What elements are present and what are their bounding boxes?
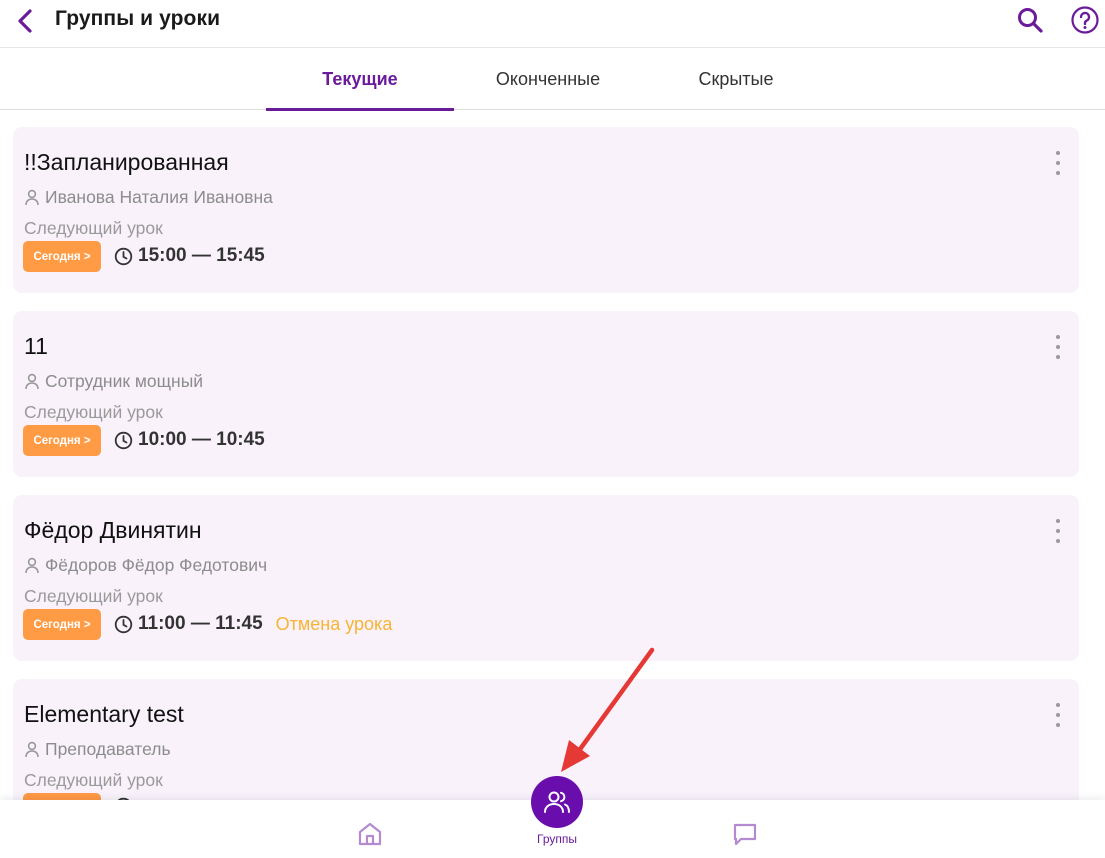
teacher-name: Преподаватель [45, 739, 171, 759]
help-icon [1071, 6, 1099, 34]
next-lesson-label: Следующий урок [24, 402, 163, 422]
nav-home-button[interactable] [354, 818, 386, 850]
group-name: !!Запланированная [24, 149, 229, 175]
more-icon [1056, 519, 1060, 523]
nav-groups-button[interactable] [531, 776, 583, 828]
clock-icon [114, 247, 133, 265]
clock-icon [114, 615, 133, 633]
more-options-button[interactable] [1051, 703, 1065, 727]
lesson-time: 11:00 — 11:45 Отмена урока [114, 613, 392, 635]
nav-groups-label: Группы [537, 832, 577, 846]
clock-icon [114, 431, 133, 449]
users-icon [544, 791, 570, 813]
tab-bar: Текущие Оконченные Скрытые [0, 48, 1105, 111]
more-icon [1056, 335, 1060, 339]
group-card[interactable]: 11 Сотрудник мощный Следующий урок Сегод… [13, 311, 1079, 477]
teacher: Фёдоров Фёдор Федотович [24, 555, 267, 576]
teacher: Сотрудник мощный [24, 371, 203, 392]
nav-chat-button[interactable] [729, 818, 761, 850]
group-name: Elementary test [24, 701, 184, 727]
teacher: Иванова Наталия Ивановна [24, 187, 273, 208]
back-arrow-icon [18, 9, 32, 33]
lesson-time-text: 11:00 — 11:45 [138, 613, 263, 634]
group-name: 11 [24, 333, 48, 359]
help-button[interactable] [1069, 4, 1101, 36]
more-icon [1056, 151, 1060, 155]
back-button[interactable] [10, 6, 40, 36]
person-icon [25, 373, 39, 390]
lesson-time: 15:00 — 15:45 [114, 245, 265, 267]
more-icon [1056, 703, 1060, 707]
more-options-button[interactable] [1051, 151, 1065, 175]
tab-hidden[interactable]: Скрытые [642, 48, 830, 110]
next-lesson-label: Следующий урок [24, 218, 163, 238]
person-icon [25, 557, 39, 574]
group-card[interactable]: !!Запланированная Иванова Наталия Иванов… [13, 127, 1079, 293]
lesson-time-text: 15:00 — 15:45 [138, 245, 265, 266]
group-name: Фёдор Двинятин [24, 517, 202, 543]
chat-icon [733, 823, 757, 846]
tab-current[interactable]: Текущие [266, 48, 454, 111]
today-button[interactable]: Сегодня > [23, 425, 101, 456]
group-card[interactable]: Фёдор Двинятин Фёдоров Фёдор Федотович С… [13, 495, 1079, 661]
more-options-button[interactable] [1051, 519, 1065, 543]
today-button[interactable]: Сегодня > [23, 241, 101, 272]
page-title: Группы и уроки [55, 7, 221, 30]
next-lesson-label: Следующий урок [24, 770, 163, 790]
lesson-time: 10:00 — 10:45 [114, 429, 265, 451]
group-list: !!Запланированная Иванова Наталия Иванов… [0, 110, 1105, 800]
tab-finished[interactable]: Оконченные [454, 48, 642, 110]
teacher-name: Фёдоров Фёдор Федотович [45, 555, 268, 575]
home-icon [358, 822, 382, 846]
app-header: Группы и уроки [0, 0, 1105, 48]
person-icon [25, 189, 39, 206]
search-button[interactable] [1014, 4, 1046, 36]
today-button[interactable] [23, 793, 101, 800]
lesson-time-text: 10:00 — 10:45 [138, 429, 265, 450]
teacher-name: Иванова Наталия Ивановна [45, 187, 273, 207]
teacher: Преподаватель [24, 739, 171, 760]
person-icon [25, 741, 39, 758]
next-lesson-label: Следующий урок [24, 586, 163, 606]
search-icon [1018, 8, 1043, 33]
cancel-status: Отмена урока [275, 613, 393, 634]
more-options-button[interactable] [1051, 335, 1065, 359]
teacher-name: Сотрудник мощный [45, 371, 204, 391]
today-button[interactable]: Сегодня > [23, 609, 101, 640]
